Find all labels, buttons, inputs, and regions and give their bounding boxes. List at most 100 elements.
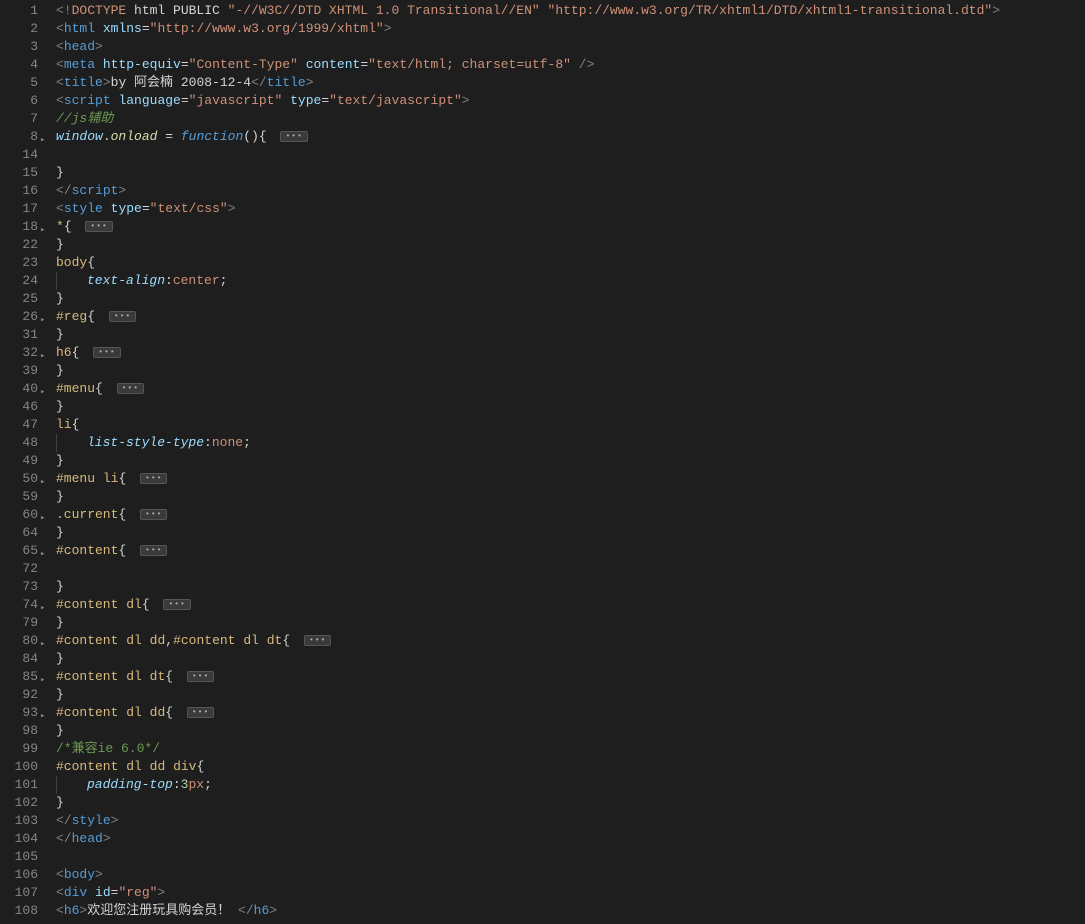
fold-row: ▸ (42, 542, 56, 560)
code-line[interactable]: body{ (56, 254, 1085, 272)
code-line[interactable]: #content{ ••• (56, 542, 1085, 560)
fold-row: ▸ (42, 218, 56, 236)
line-number: 99 (0, 740, 42, 758)
code-line[interactable]: <script language="javascript" type="text… (56, 92, 1085, 110)
line-number: 25 (0, 290, 42, 308)
fold-ellipsis-icon[interactable]: ••• (187, 671, 214, 682)
line-number: 73 (0, 578, 42, 596)
code-line[interactable]: #content dl dd,#content dl dt{ ••• (56, 632, 1085, 650)
code-line[interactable]: } (56, 362, 1085, 380)
code-line[interactable]: .current{ ••• (56, 506, 1085, 524)
code-line[interactable]: window.onload = function(){ ••• (56, 128, 1085, 146)
line-number: 65 (0, 542, 42, 560)
line-number: 74 (0, 596, 42, 614)
line-number: 102 (0, 794, 42, 812)
fold-row (42, 182, 56, 200)
code-line[interactable]: <h6>欢迎您注册玩具购会员！ </h6> (56, 902, 1085, 920)
line-number: 85 (0, 668, 42, 686)
line-number: 60 (0, 506, 42, 524)
line-number: 6 (0, 92, 42, 110)
code-line[interactable] (56, 848, 1085, 866)
code-line[interactable] (56, 560, 1085, 578)
code-line[interactable]: padding-top:3px; (56, 776, 1085, 794)
line-number: 100 (0, 758, 42, 776)
code-line[interactable]: } (56, 452, 1085, 470)
fold-row: ▸ (42, 704, 56, 722)
line-number: 98 (0, 722, 42, 740)
code-line[interactable]: <!DOCTYPE html PUBLIC "-//W3C//DTD XHTML… (56, 2, 1085, 20)
fold-row (42, 524, 56, 542)
code-line[interactable]: h6{ ••• (56, 344, 1085, 362)
code-line[interactable]: <html xmlns="http://www.w3.org/1999/xhtm… (56, 20, 1085, 38)
code-line[interactable]: #menu li{ ••• (56, 470, 1085, 488)
code-line[interactable]: text-align:center; (56, 272, 1085, 290)
code-line[interactable]: } (56, 236, 1085, 254)
fold-row (42, 38, 56, 56)
code-line[interactable]: #content dl dt{ ••• (56, 668, 1085, 686)
fold-ellipsis-icon[interactable]: ••• (109, 311, 136, 322)
code-line[interactable]: //js辅助 (56, 110, 1085, 128)
fold-ellipsis-icon[interactable]: ••• (85, 221, 112, 232)
code-line[interactable]: } (56, 524, 1085, 542)
fold-ellipsis-icon[interactable]: ••• (140, 509, 167, 520)
code-line[interactable]: } (56, 164, 1085, 182)
fold-row (42, 146, 56, 164)
code-line[interactable]: } (56, 686, 1085, 704)
code-line[interactable]: } (56, 614, 1085, 632)
code-line[interactable]: </style> (56, 812, 1085, 830)
code-line[interactable]: #content dl dd{ ••• (56, 704, 1085, 722)
code-line[interactable]: } (56, 722, 1085, 740)
fold-ellipsis-icon[interactable]: ••• (280, 131, 307, 142)
fold-row (42, 758, 56, 776)
code-line[interactable]: *{ ••• (56, 218, 1085, 236)
fold-row (42, 362, 56, 380)
fold-ellipsis-icon[interactable]: ••• (187, 707, 214, 718)
code-line[interactable]: } (56, 650, 1085, 668)
fold-column: ▸▸▸▸▸▸▸▸▸▸▸▸ (42, 0, 56, 924)
code-editor[interactable]: 1234567814151617182223242526313239404647… (0, 0, 1085, 924)
line-number: 108 (0, 902, 42, 920)
code-line[interactable]: } (56, 488, 1085, 506)
code-line[interactable]: #content dl{ ••• (56, 596, 1085, 614)
code-line[interactable]: list-style-type:none; (56, 434, 1085, 452)
fold-row: ▸ (42, 506, 56, 524)
line-number: 23 (0, 254, 42, 272)
code-line[interactable]: } (56, 794, 1085, 812)
code-line[interactable]: <div id="reg"> (56, 884, 1085, 902)
fold-row: ▸ (42, 308, 56, 326)
fold-ellipsis-icon[interactable]: ••• (117, 383, 144, 394)
fold-row (42, 416, 56, 434)
line-number: 48 (0, 434, 42, 452)
fold-ellipsis-icon[interactable]: ••• (163, 599, 190, 610)
fold-ellipsis-icon[interactable]: ••• (304, 635, 331, 646)
code-line[interactable] (56, 146, 1085, 164)
code-line[interactable]: </script> (56, 182, 1085, 200)
code-line[interactable]: #menu{ ••• (56, 380, 1085, 398)
line-number: 16 (0, 182, 42, 200)
fold-row: ▸ (42, 380, 56, 398)
code-line[interactable]: <title>by 阿会楠 2008-12-4</title> (56, 74, 1085, 92)
fold-ellipsis-icon[interactable]: ••• (93, 347, 120, 358)
fold-row (42, 290, 56, 308)
fold-ellipsis-icon[interactable]: ••• (140, 473, 167, 484)
code-line[interactable]: <meta http-equiv="Content-Type" content=… (56, 56, 1085, 74)
code-line[interactable]: /*兼容ie 6.0*/ (56, 740, 1085, 758)
line-number: 18 (0, 218, 42, 236)
code-content[interactable]: <!DOCTYPE html PUBLIC "-//W3C//DTD XHTML… (56, 0, 1085, 924)
code-line[interactable]: } (56, 326, 1085, 344)
fold-ellipsis-icon[interactable]: ••• (140, 545, 167, 556)
code-line[interactable]: <style type="text/css"> (56, 200, 1085, 218)
code-line[interactable]: } (56, 290, 1085, 308)
line-number: 3 (0, 38, 42, 56)
line-number: 15 (0, 164, 42, 182)
code-line[interactable]: #reg{ ••• (56, 308, 1085, 326)
fold-row (42, 560, 56, 578)
code-line[interactable]: } (56, 398, 1085, 416)
code-line[interactable]: #content dl dd div{ (56, 758, 1085, 776)
code-line[interactable]: </head> (56, 830, 1085, 848)
code-line[interactable]: } (56, 578, 1085, 596)
code-line[interactable]: <body> (56, 866, 1085, 884)
code-line[interactable]: <head> (56, 38, 1085, 56)
line-number: 46 (0, 398, 42, 416)
code-line[interactable]: li{ (56, 416, 1085, 434)
